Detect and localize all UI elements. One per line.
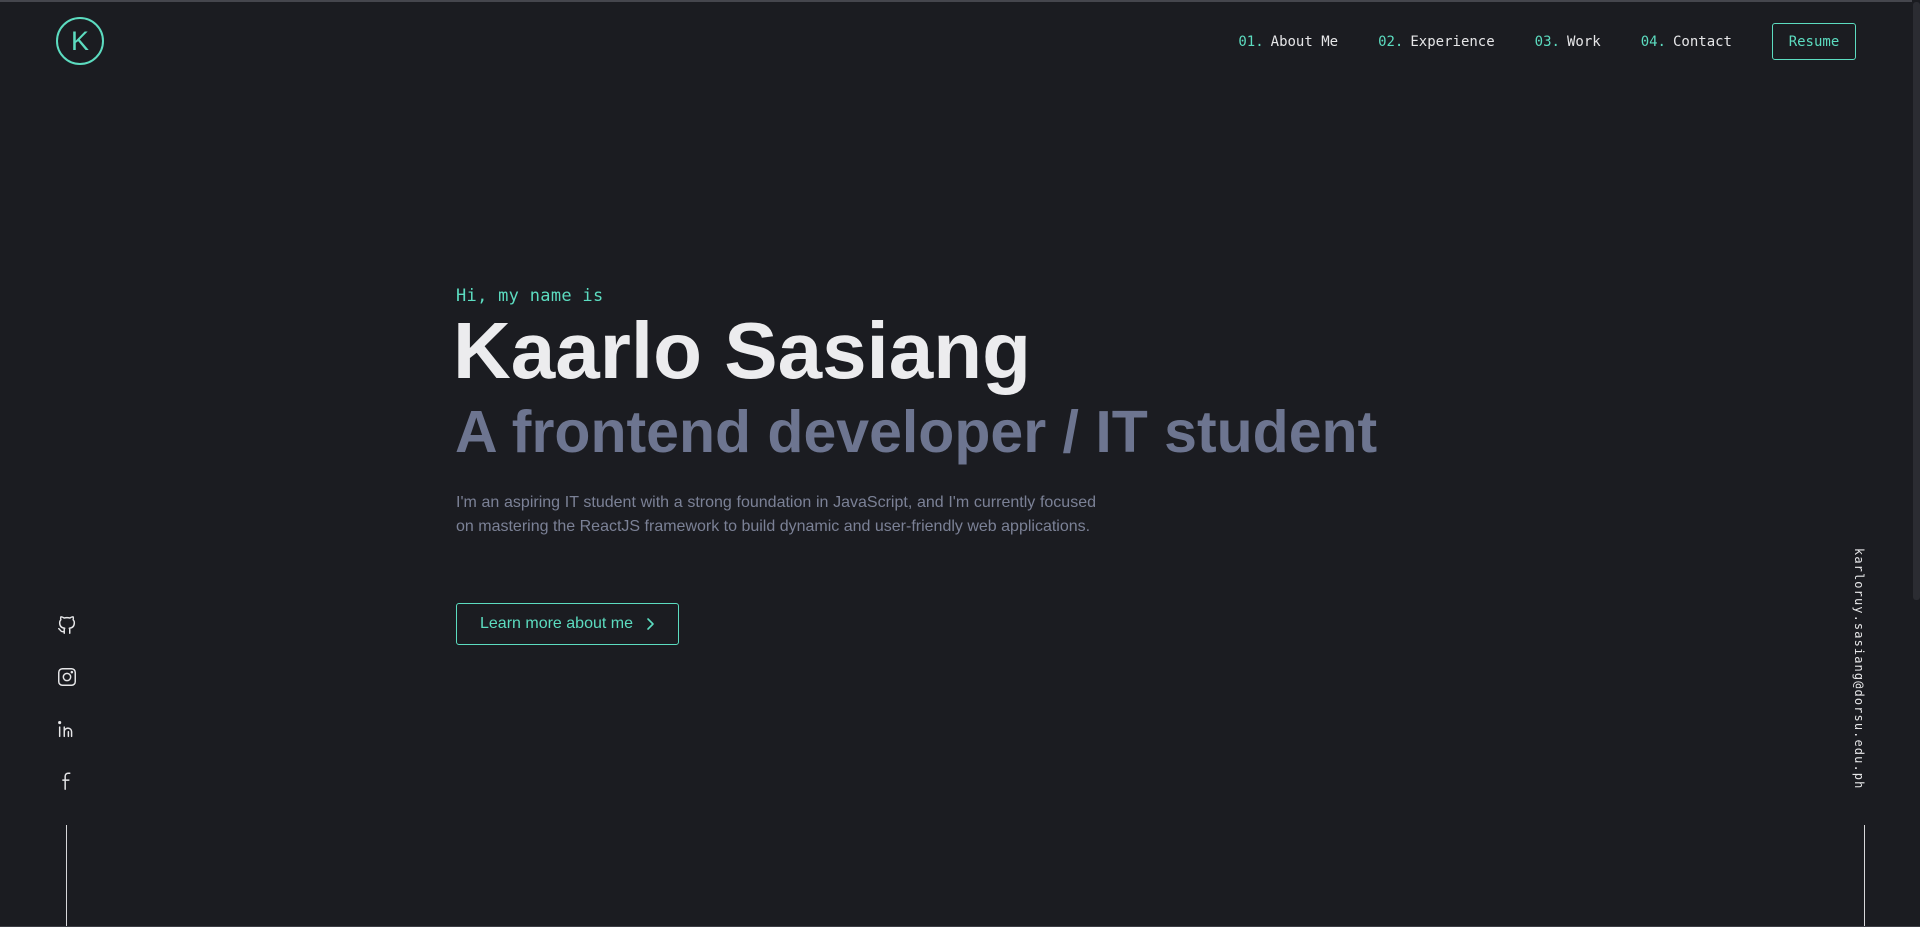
nav-item-contact[interactable]: 04. Contact bbox=[1641, 34, 1732, 50]
nav-item-number: 04. bbox=[1640, 33, 1666, 50]
nav-item-label: About Me bbox=[1270, 33, 1339, 50]
top-border bbox=[0, 0, 1920, 2]
hero-tagline: A frontend developer / IT student bbox=[455, 399, 1378, 465]
nav-item-label: Work bbox=[1566, 33, 1601, 50]
github-icon[interactable] bbox=[56, 614, 78, 636]
chevron-right-icon bbox=[645, 617, 655, 631]
nav-item-number: 03. bbox=[1534, 33, 1560, 50]
resume-button[interactable]: Resume bbox=[1772, 23, 1856, 60]
nav-item-experience[interactable]: 02. Experience bbox=[1378, 34, 1495, 50]
social-divider-line bbox=[66, 825, 67, 927]
nav-item-about-me[interactable]: 01. About Me bbox=[1238, 34, 1338, 50]
nav-item-label: Contact bbox=[1672, 33, 1732, 50]
main-nav: 01. About Me 02. Experience 03. Work 04. Con… bbox=[1238, 23, 1856, 60]
nav-item-number: 02. bbox=[1378, 33, 1404, 50]
logo-letter: K bbox=[70, 25, 89, 56]
logo[interactable]: K bbox=[56, 17, 104, 65]
scrollbar[interactable] bbox=[1912, 0, 1920, 927]
hero-greeting: Hi, my name is bbox=[456, 286, 604, 306]
facebook-icon[interactable] bbox=[56, 770, 78, 792]
nav-item-number: 01. bbox=[1238, 33, 1264, 50]
nav-item-label: Experience bbox=[1410, 33, 1495, 50]
hero-name: Kaarlo Sasiang bbox=[453, 306, 1032, 395]
scrollbar-thumb[interactable] bbox=[1913, 2, 1920, 600]
email-divider-line bbox=[1864, 825, 1865, 927]
hero-description: I'm an aspiring IT student with a strong… bbox=[456, 494, 1096, 535]
learn-more-label: Learn more about me bbox=[480, 615, 633, 632]
social-links bbox=[56, 614, 78, 822]
learn-more-button[interactable]: Learn more about me bbox=[456, 603, 679, 645]
nav-item-work[interactable]: 03. Work bbox=[1535, 34, 1601, 50]
email-link[interactable]: karloruy.sasiang@dorsu.edu.ph bbox=[1845, 548, 1873, 794]
instagram-icon[interactable] bbox=[56, 666, 78, 688]
linkedin-icon[interactable] bbox=[56, 718, 78, 740]
